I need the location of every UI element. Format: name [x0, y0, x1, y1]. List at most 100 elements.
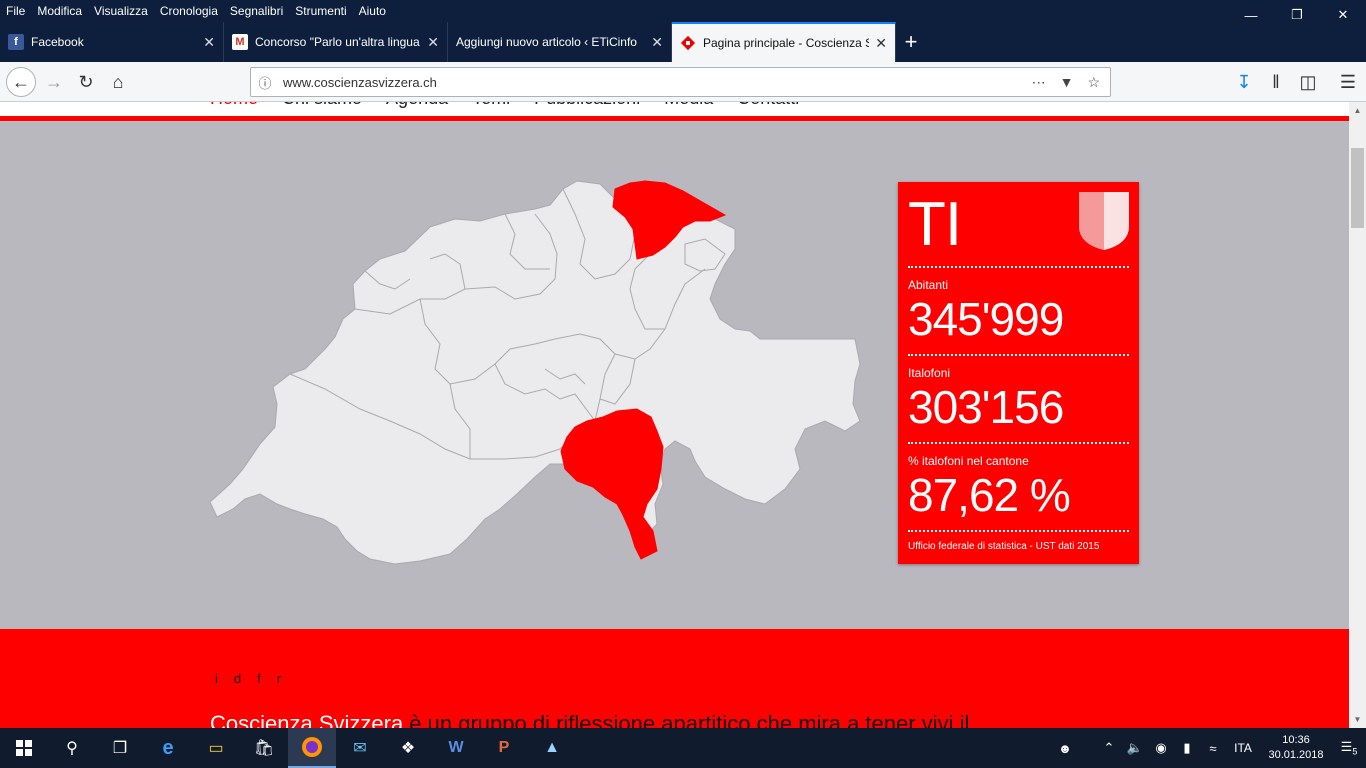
tab-coscienza[interactable]: Pagina principale - Coscienza S ✕ [672, 22, 896, 62]
hamburger-menu-icon[interactable]: ☰ [1334, 68, 1362, 96]
page-viewport: Home Chi siamo Agenda Temi Pubblicazioni… [0, 102, 1349, 728]
tab-bar: f Facebook ✕ M Concorso "Parlo un'altra … [0, 22, 1366, 62]
file-explorer-icon[interactable]: ▭ [192, 728, 240, 768]
antivirus-icon[interactable]: ◉ [1148, 740, 1174, 756]
outlook-icon[interactable]: ✉ [336, 728, 384, 768]
windows-start-icon[interactable] [0, 728, 48, 768]
task-view-icon[interactable]: ❐ [96, 728, 144, 768]
close-tab-icon[interactable]: ✕ [427, 34, 439, 51]
new-tab-button[interactable]: + [896, 22, 926, 62]
powerpoint-icon[interactable]: P [480, 728, 528, 768]
edge-icon[interactable]: e [144, 728, 192, 768]
italofoni-label: Italofoni [908, 366, 951, 380]
site-nav-temi[interactable]: Temi [472, 102, 510, 114]
data-source: Ufficio federale di statistica - UST dat… [908, 541, 1100, 552]
tab-title: Concorso "Parlo un'altra lingua [255, 35, 420, 49]
show-hidden-icons-icon[interactable]: ⌃ [1096, 740, 1122, 756]
pocket-icon[interactable]: ▼ [1060, 74, 1074, 91]
tab-title: Facebook [31, 35, 84, 49]
menu-modifica[interactable]: Modifica [37, 4, 82, 18]
tab-title: Pagina principale - Coscienza S [703, 36, 870, 50]
close-tab-icon[interactable]: ✕ [651, 34, 663, 51]
site-nav-home[interactable]: Home [210, 102, 258, 114]
clock-date: 30.01.2018 [1268, 749, 1324, 761]
menu-strumenti[interactable]: Strumenti [295, 4, 346, 18]
language-switcher: i d f r [215, 671, 281, 686]
dropbox-icon[interactable]: ❖ [384, 728, 432, 768]
canton-info-card: TI Abitanti 345'999 Italofoni 303'156 % … [898, 182, 1139, 564]
clock-time: 10:36 [1282, 734, 1310, 746]
site-nav-agenda[interactable]: Agenda [386, 102, 448, 114]
facebook-icon: f [8, 34, 24, 50]
close-tab-icon[interactable]: ✕ [203, 34, 215, 51]
info-icon[interactable]: ⓘ [251, 73, 279, 92]
more-actions-icon[interactable]: ⋯ [1032, 74, 1046, 91]
home-button[interactable]: ⌂ [104, 68, 132, 96]
download-icon[interactable]: ↧ [1230, 68, 1258, 96]
scroll-thumb[interactable] [1351, 148, 1364, 228]
lang-rumantsch[interactable]: r [277, 671, 281, 686]
card-divider [908, 354, 1129, 356]
site-nav-pubblicazioni[interactable]: Pubblicazioni [534, 102, 640, 114]
site-nav-contatti[interactable]: Contatti [737, 102, 799, 114]
menu-aiuto[interactable]: Aiuto [359, 4, 386, 18]
windows-taskbar: ⚲ ❐ e ▭ 🛍 ✉ ❖ W P ▲ ☻ ⌃ 🔈 ◉ ▮ ≈ ITA 10:3… [0, 728, 1366, 768]
switzerland-map[interactable] [205, 159, 865, 579]
volume-icon[interactable]: 🔈 [1122, 740, 1148, 756]
coscienza-icon [680, 35, 696, 51]
clock[interactable]: 10:36 30.01.2018 [1260, 733, 1332, 763]
word-icon[interactable]: W [432, 728, 480, 768]
intro-paragraph: Coscienza Svizzera è un gruppo di rifles… [210, 711, 969, 728]
battery-icon[interactable]: ▮ [1174, 740, 1200, 756]
app-icon[interactable]: ▲ [528, 728, 576, 768]
menu-file[interactable]: File [6, 4, 25, 18]
sidebar-icon[interactable]: ◫ [1294, 68, 1322, 96]
percent-label: % italofoni nel cantone [908, 454, 1029, 468]
wifi-icon[interactable]: ≈ [1200, 741, 1226, 756]
scroll-up-icon[interactable]: ▲ [1349, 102, 1366, 119]
notifications-icon[interactable]: ☰5 [1332, 739, 1366, 757]
menu-visualizza[interactable]: Visualizza [94, 4, 148, 18]
library-icon[interactable]: ‖ [1262, 68, 1290, 96]
store-icon[interactable]: 🛍 [240, 728, 288, 768]
reload-button[interactable]: ↻ [72, 68, 100, 96]
site-nav: Home Chi siamo Agenda Temi Pubblicazioni… [210, 102, 799, 114]
italofoni-value: 303'156 [908, 381, 1064, 433]
url-bar[interactable]: ⓘ www.coscienzasvizzera.ch ⋯ ▼ ☆ [250, 67, 1111, 97]
lang-italiano[interactable]: i [215, 671, 218, 686]
url-text[interactable]: www.coscienzasvizzera.ch [279, 75, 1032, 90]
card-divider [908, 442, 1129, 444]
menu-segnalibri[interactable]: Segnalibri [230, 4, 283, 18]
tab-eticinfo[interactable]: Aggiungi nuovo articolo ‹ ETiCinfo ✕ [448, 22, 672, 62]
input-language[interactable]: ITA [1226, 741, 1260, 755]
close-tab-icon[interactable]: ✕ [875, 35, 887, 52]
brand-name: Coscienza Svizzera [210, 711, 404, 728]
forward-button[interactable]: → [40, 68, 68, 96]
scroll-down-icon[interactable]: ▼ [1349, 711, 1366, 728]
search-icon[interactable]: ⚲ [48, 728, 96, 768]
back-button[interactable]: ← [6, 67, 36, 97]
url-actions: ⋯ ▼ ☆ [1032, 74, 1110, 91]
canton-ticino [560, 408, 664, 560]
notification-count: 5 [1352, 746, 1358, 757]
map-section: TI Abitanti 345'999 Italofoni 303'156 % … [0, 121, 1349, 629]
site-nav-media[interactable]: Media [664, 102, 713, 114]
nav-toolbar: ← → ↻ ⌂ ⓘ www.coscienzasvizzera.ch ⋯ ▼ ☆… [0, 62, 1366, 102]
switzerland-outline [209, 180, 861, 565]
lang-francais[interactable]: f [257, 671, 261, 686]
people-icon[interactable]: ☻ [1052, 741, 1078, 756]
menu-cronologia[interactable]: Cronologia [160, 4, 218, 18]
tab-gmail[interactable]: M Concorso "Parlo un'altra lingua ✕ [224, 22, 448, 62]
bookmark-star-icon[interactable]: ☆ [1087, 74, 1100, 91]
gmail-icon: M [232, 34, 248, 50]
ticino-shield-icon [1079, 192, 1129, 250]
lang-deutsch[interactable]: d [234, 671, 241, 686]
tab-title: Aggiungi nuovo articolo ‹ ETiCinfo [456, 35, 637, 49]
site-nav-chi-siamo[interactable]: Chi siamo [282, 102, 362, 114]
firefox-icon[interactable] [288, 728, 336, 768]
page-scrollbar[interactable]: ▲ ▼ [1349, 102, 1366, 728]
card-divider [908, 530, 1129, 532]
abitanti-label: Abitanti [908, 278, 949, 292]
tab-facebook[interactable]: f Facebook ✕ [0, 22, 224, 62]
percent-value: 87,62 % [908, 469, 1071, 521]
